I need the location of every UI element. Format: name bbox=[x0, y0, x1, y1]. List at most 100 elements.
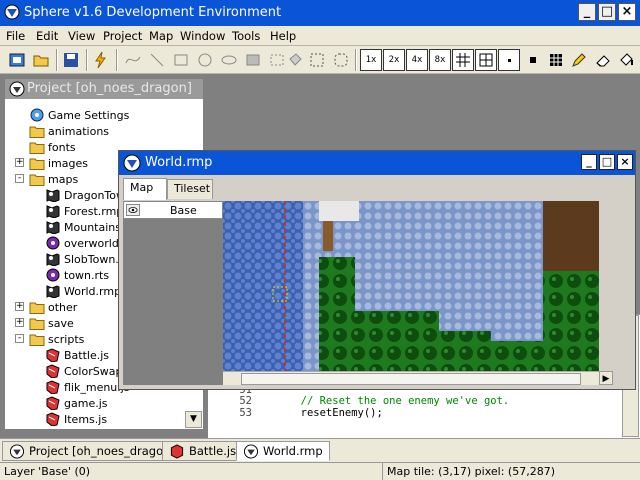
small-square-button[interactable] bbox=[522, 49, 544, 71]
tree-expander[interactable]: - bbox=[15, 174, 24, 183]
map-file-icon bbox=[45, 252, 61, 267]
tree-item[interactable]: fonts bbox=[29, 139, 76, 155]
doctab-project[interactable]: Project [oh_noes_dragon] bbox=[2, 441, 182, 461]
folder-icon bbox=[29, 124, 45, 138]
code-text: // Reset the one enemy we've got. bbox=[288, 395, 510, 408]
map-window-title: World.rmp bbox=[145, 155, 213, 170]
doctab-world-rmp[interactable]: World.rmp bbox=[236, 441, 330, 461]
eraser-icon bbox=[596, 55, 610, 67]
zoom-2x-button[interactable]: 2x bbox=[383, 49, 405, 71]
tree-expander[interactable]: + bbox=[15, 302, 24, 311]
grid-button[interactable] bbox=[452, 49, 474, 71]
tree-item-label: Forest.rmp bbox=[64, 204, 124, 218]
menu-view[interactable]: View bbox=[68, 29, 95, 43]
lightning-icon bbox=[95, 51, 106, 69]
maximize-button[interactable]: □ bbox=[598, 3, 616, 21]
ellipse-icon bbox=[221, 55, 237, 65]
pencil-button[interactable] bbox=[568, 49, 590, 71]
filled-rectangle-tool[interactable] bbox=[242, 49, 264, 71]
rectangle-tool[interactable] bbox=[170, 49, 192, 71]
map-minimize-button[interactable]: _ bbox=[581, 154, 597, 170]
layer-row-base[interactable]: Base bbox=[123, 201, 223, 219]
tile-grid-button[interactable] bbox=[475, 49, 497, 71]
tree-expander[interactable]: - bbox=[15, 334, 24, 343]
tree-item[interactable]: scripts bbox=[29, 331, 84, 347]
code-text: resetEnemy(); bbox=[288, 407, 383, 419]
app-titlebar: Sphere v1.6 Development Environment _ □ … bbox=[0, 0, 640, 26]
fill-bucket-icon bbox=[620, 53, 633, 66]
freehand-tool[interactable] bbox=[122, 49, 144, 71]
tree-item[interactable]: other bbox=[29, 299, 77, 315]
menu-edit[interactable]: Edit bbox=[36, 29, 58, 43]
folder-icon bbox=[29, 156, 45, 170]
run-game-button[interactable] bbox=[90, 49, 112, 71]
eye-icon[interactable] bbox=[126, 204, 140, 216]
selection-tool[interactable] bbox=[306, 49, 328, 71]
folder-icon bbox=[29, 332, 45, 346]
tab-tileset[interactable]: Tileset bbox=[167, 179, 213, 199]
tree-item[interactable]: flik_menu.js bbox=[45, 379, 130, 395]
menu-help[interactable]: Help bbox=[270, 29, 296, 43]
line-tool[interactable] bbox=[146, 49, 168, 71]
project-window-title: Project [oh_noes_dragon] bbox=[27, 81, 192, 96]
menu-bar: File Edit View Project Map Window Tools … bbox=[0, 26, 640, 46]
pencil-icon bbox=[572, 53, 586, 67]
map-canvas[interactable] bbox=[223, 201, 599, 371]
open-file-button[interactable] bbox=[30, 49, 52, 71]
zoom-8x-button[interactable]: 8x bbox=[429, 49, 451, 71]
fill-bucket-button[interactable] bbox=[615, 49, 637, 71]
scroll-down-button[interactable]: ▼ bbox=[185, 411, 202, 428]
tree-item[interactable]: images bbox=[29, 155, 88, 171]
tree-item[interactable]: Game Settings bbox=[29, 107, 129, 123]
eraser-button[interactable] bbox=[592, 49, 614, 71]
tree-item[interactable]: save bbox=[29, 315, 74, 331]
minimize-button[interactable]: _ bbox=[578, 3, 596, 21]
circle-tool[interactable] bbox=[194, 49, 216, 71]
code-token: // Reset the one enemy we've got. bbox=[288, 395, 510, 408]
close-button[interactable]: × bbox=[618, 3, 636, 21]
folder-icon bbox=[29, 316, 45, 330]
menu-map[interactable]: Map bbox=[149, 29, 173, 43]
ellipse-tool[interactable] bbox=[218, 49, 240, 71]
doctab-battle-js[interactable]: Battle.js bbox=[162, 441, 244, 461]
folder-open-icon bbox=[33, 55, 49, 67]
folder-icon bbox=[29, 172, 45, 186]
tree-item[interactable]: game.js bbox=[45, 395, 108, 411]
menu-project[interactable]: Project bbox=[103, 29, 142, 43]
tree-expander[interactable]: + bbox=[15, 318, 24, 327]
line-number: 52 bbox=[239, 395, 252, 408]
script-file-icon bbox=[45, 396, 61, 411]
large-square-button[interactable] bbox=[545, 49, 567, 71]
menu-window[interactable]: Window bbox=[180, 29, 225, 43]
menu-tools[interactable]: Tools bbox=[232, 29, 260, 43]
line-icon bbox=[150, 53, 164, 67]
open-project-button[interactable] bbox=[6, 49, 28, 71]
tree-item[interactable]: Items.js bbox=[45, 411, 107, 427]
menu-file[interactable]: File bbox=[6, 29, 25, 43]
zoom-4x-button[interactable]: 4x bbox=[406, 49, 428, 71]
tree-item-label: Game Settings bbox=[48, 108, 130, 122]
tree-item[interactable]: maps bbox=[29, 171, 78, 187]
tree-item[interactable]: animations bbox=[29, 123, 109, 139]
tree-item-label: Items.js bbox=[64, 412, 108, 426]
folder-icon bbox=[29, 300, 45, 314]
tree-item[interactable]: Forest.rmp bbox=[45, 203, 123, 219]
round-select-tool[interactable] bbox=[330, 49, 352, 71]
tree-item[interactable]: town.rts bbox=[45, 267, 109, 283]
map-close-button[interactable]: × bbox=[617, 154, 633, 170]
map-scroll-right-button[interactable]: ▶ bbox=[599, 371, 613, 385]
mdi-workspace: Project [oh_noes_dragon] Game Settings an… bbox=[0, 74, 640, 438]
fill-tool[interactable] bbox=[284, 49, 306, 71]
tab-map[interactable]: Map bbox=[123, 178, 167, 200]
tree-item-label: animations bbox=[48, 124, 110, 138]
tree-item[interactable]: World.rmp bbox=[45, 283, 121, 299]
point-tool-button[interactable] bbox=[498, 49, 520, 71]
map-horizontal-scrollbar[interactable] bbox=[223, 371, 599, 385]
map-maximize-button[interactable]: □ bbox=[599, 154, 615, 170]
map-scroll-thumb[interactable] bbox=[241, 373, 581, 385]
zoom-1x-button[interactable]: 1x bbox=[360, 49, 382, 71]
app-title: Sphere v1.6 Development Environment bbox=[24, 5, 282, 20]
tree-item[interactable]: Battle.js bbox=[45, 347, 109, 363]
save-button[interactable] bbox=[60, 49, 82, 71]
tree-expander[interactable]: + bbox=[15, 158, 24, 167]
